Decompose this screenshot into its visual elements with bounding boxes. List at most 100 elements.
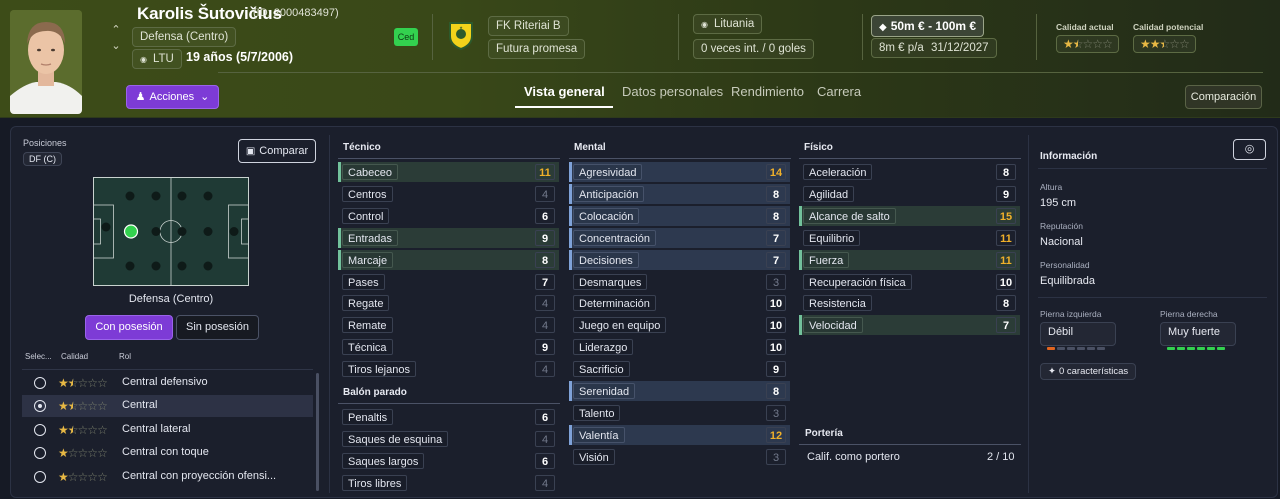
- attribute-row[interactable]: Fuerza 11: [799, 249, 1020, 270]
- attribute-row[interactable]: Penaltis 6: [338, 407, 559, 427]
- attribute-row[interactable]: Pases 7: [338, 272, 559, 292]
- attribute-value: 15: [996, 207, 1016, 224]
- role-radio[interactable]: [34, 470, 46, 483]
- attribute-name: Colocación: [573, 207, 640, 224]
- toggle-without-possession[interactable]: Sin posesión: [176, 315, 259, 340]
- attribute-row[interactable]: Sacrificio 9: [569, 359, 790, 379]
- role-quality-stars: ★☆★☆☆☆: [58, 376, 108, 390]
- attribute-row[interactable]: Resistencia 8: [799, 293, 1020, 313]
- attribute-row[interactable]: Entradas 9: [338, 227, 559, 248]
- attribute-name: Anticipación: [573, 185, 645, 202]
- role-name: Central defensivo: [122, 376, 208, 388]
- role-radio[interactable]: [34, 447, 46, 460]
- tab-career[interactable]: Carrera: [817, 84, 861, 99]
- attribute-row[interactable]: Velocidad 7: [799, 315, 1020, 336]
- role-radio[interactable]: [34, 423, 46, 436]
- reputation-label: Reputación: [1040, 221, 1084, 231]
- column-divider: [329, 135, 330, 493]
- attribute-row[interactable]: Tiros lejanos 4: [338, 359, 559, 379]
- country-name: Lituania: [713, 18, 755, 30]
- attribute-row[interactable]: Desmarques 3: [569, 272, 790, 292]
- pitch[interactable]: [93, 177, 249, 286]
- compare-button[interactable]: ▣ Comparar: [238, 139, 316, 163]
- value-chip[interactable]: ◆ 50m € - 100m €: [871, 15, 985, 37]
- attribute-row[interactable]: Equilibrio 11: [799, 228, 1020, 248]
- attribute-row[interactable]: Valentía 12: [569, 424, 790, 445]
- club-crest-icon[interactable]: ★: [447, 20, 475, 51]
- attribute-value: 7: [996, 317, 1016, 334]
- attribute-row[interactable]: Aceleración 8: [799, 162, 1020, 182]
- attribute-row[interactable]: Colocación 8: [569, 205, 790, 226]
- attribute-value: 11: [535, 164, 555, 180]
- attribute-row[interactable]: Remate 4: [338, 315, 559, 335]
- player-nav-arrows[interactable]: ⌃ ⌄: [110, 22, 122, 54]
- attribute-row[interactable]: Marcaje 8: [338, 249, 559, 270]
- tab-personal[interactable]: Datos personales: [622, 84, 723, 99]
- role-row[interactable]: ★☆☆☆☆ Central con proyección ofensi...: [22, 466, 313, 488]
- section-divider: [338, 403, 560, 404]
- role-row[interactable]: ★☆★☆☆☆ Central: [22, 395, 313, 418]
- player-photo: [10, 10, 82, 114]
- attribute-name: Penaltis: [342, 409, 394, 425]
- attribute-value: 3: [766, 273, 786, 290]
- attribute-name: Decisiones: [573, 251, 639, 268]
- attribute-row[interactable]: Técnica 9: [338, 337, 559, 357]
- position-chip[interactable]: Defensa (Centro): [132, 27, 237, 47]
- nation-chip[interactable]: ◉ LTU: [132, 49, 182, 69]
- personality-value: Equilibrada: [1040, 275, 1096, 287]
- role-row[interactable]: ★☆★☆☆☆ Central lateral: [22, 419, 313, 441]
- attribute-row[interactable]: Control 6: [338, 206, 559, 226]
- attribute-name: Liderazgo: [573, 339, 634, 356]
- attribute-row[interactable]: Determinación 10: [569, 293, 790, 313]
- tab-overview[interactable]: Vista general: [524, 84, 605, 99]
- country-chip[interactable]: ◉ Lituania: [693, 14, 763, 34]
- attribute-value: 7: [766, 251, 786, 268]
- attribute-row[interactable]: Centros 4: [338, 184, 559, 204]
- attribute-name: Marcaje: [342, 251, 394, 268]
- attribute-value: 8: [766, 383, 786, 399]
- attribute-row[interactable]: Saques largos 6: [338, 451, 559, 471]
- attribute-value: 10: [766, 295, 786, 312]
- info-settings-button[interactable]: ◎: [1233, 139, 1266, 160]
- attribute-name: Juego en equipo: [573, 317, 667, 334]
- position-tag: DF (C): [23, 152, 62, 166]
- tab-performance[interactable]: Rendimiento: [731, 84, 804, 99]
- foot-level-segment: [1207, 347, 1215, 350]
- roles-scrollbar[interactable]: [316, 373, 319, 491]
- attribute-row[interactable]: Decisiones 7: [569, 249, 790, 270]
- attribute-row[interactable]: Tiros libres 4: [338, 473, 559, 493]
- attribute-row[interactable]: Talento 3: [569, 403, 790, 423]
- flag-icon: ◉: [140, 55, 147, 64]
- attribute-row[interactable]: Serenidad 8: [569, 381, 790, 401]
- comparison-button[interactable]: Comparación: [1185, 85, 1262, 109]
- attribute-row[interactable]: Alcance de salto 15: [799, 205, 1020, 226]
- attribute-name: Agresividad: [573, 164, 643, 180]
- next-player-icon[interactable]: ⌄: [110, 38, 122, 54]
- role-row[interactable]: ★☆☆☆☆ Central con toque: [22, 442, 313, 464]
- role-row[interactable]: ★☆★☆☆☆ Central defensivo: [22, 372, 313, 394]
- attribute-name: Velocidad: [803, 317, 863, 334]
- attribute-row[interactable]: Cabeceo 11: [338, 162, 559, 182]
- role-quality-stars: ★☆☆☆☆: [58, 469, 108, 484]
- attribute-value: 8: [996, 295, 1016, 312]
- traits-chip[interactable]: ✦ 0 características: [1040, 363, 1137, 380]
- role-radio[interactable]: [34, 377, 46, 389]
- attribute-row[interactable]: Agilidad 9: [799, 184, 1020, 204]
- actions-button[interactable]: ♟ Acciones ⌄: [126, 85, 219, 109]
- attribute-row[interactable]: Regate 4: [338, 293, 559, 313]
- goalkeeping-divider: [799, 444, 1021, 445]
- attribute-row[interactable]: Anticipación 8: [569, 183, 790, 204]
- club-name[interactable]: FK Riteriai B: [488, 16, 569, 36]
- attribute-row[interactable]: Agresividad 14: [569, 162, 790, 182]
- attribute-row[interactable]: Concentración 7: [569, 227, 790, 248]
- current-quality-label: Calidad actual: [1056, 22, 1114, 32]
- attribute-row[interactable]: Recuperación física 10: [799, 272, 1020, 292]
- attribute-row[interactable]: Liderazgo 10: [569, 337, 790, 357]
- attribute-row[interactable]: Visión 3: [569, 447, 790, 467]
- attribute-row[interactable]: Juego en equipo 10: [569, 315, 790, 335]
- role-radio[interactable]: [34, 400, 46, 413]
- toggle-with-possession[interactable]: Con posesión: [85, 315, 173, 340]
- prev-player-icon[interactable]: ⌃: [110, 22, 122, 38]
- attribute-row[interactable]: Saques de esquina 4: [338, 429, 559, 449]
- value-range: 50m € - 100m €: [890, 19, 977, 33]
